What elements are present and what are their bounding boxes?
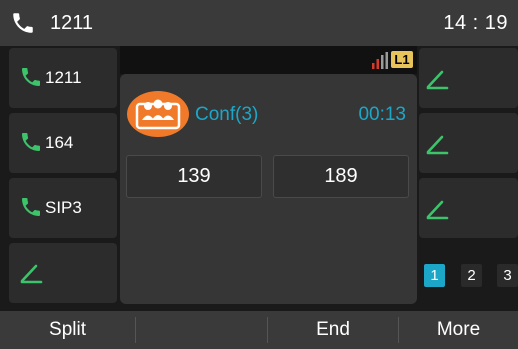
status-bar: 1211 14 : 19 [0,0,518,46]
phone-icon [22,198,40,216]
line-key-empty[interactable] [9,243,117,303]
line-key-164[interactable]: 164 [9,113,117,173]
conference-name: Conf(3) [195,104,259,125]
edit-icon [20,264,43,284]
empty-softkey[interactable] [136,311,267,349]
conference-avatar-icon [127,91,189,137]
phone-icon [22,68,40,86]
edit-icon [426,70,449,90]
phone-icon [22,133,40,151]
phone-icon [13,13,33,33]
page-3-button[interactable]: 3 [497,264,518,287]
line-key-right-3[interactable] [419,178,518,238]
page-1-button[interactable]: 1 [424,264,445,287]
edit-icon [426,135,449,155]
more-softkey[interactable]: More [399,311,518,349]
page-2-button[interactable]: 2 [461,264,482,287]
line-key-1211[interactable]: 1211 [9,48,117,108]
line-key-right-1[interactable] [419,48,518,108]
line-key-right-2[interactable] [419,113,518,173]
participant-189[interactable]: 189 [273,155,409,198]
line-key-label: 1211 [45,68,82,87]
participant-139[interactable]: 139 [126,155,262,198]
end-softkey[interactable]: End [268,311,398,349]
line-key-label: 164 [45,133,74,152]
account-label: 1211 [50,12,94,34]
call-timer: 00:13 [358,104,406,125]
edit-icon [426,200,449,220]
clock: 14 : 19 [443,12,508,34]
line-key-label: SIP3 [45,198,82,217]
line-key-sip3[interactable]: SIP3 [9,178,117,238]
softkey-bar: Split End More [0,311,518,349]
split-softkey[interactable]: Split [0,311,135,349]
signal-strength-icon [372,52,388,69]
line-badge: L1 [391,51,413,68]
